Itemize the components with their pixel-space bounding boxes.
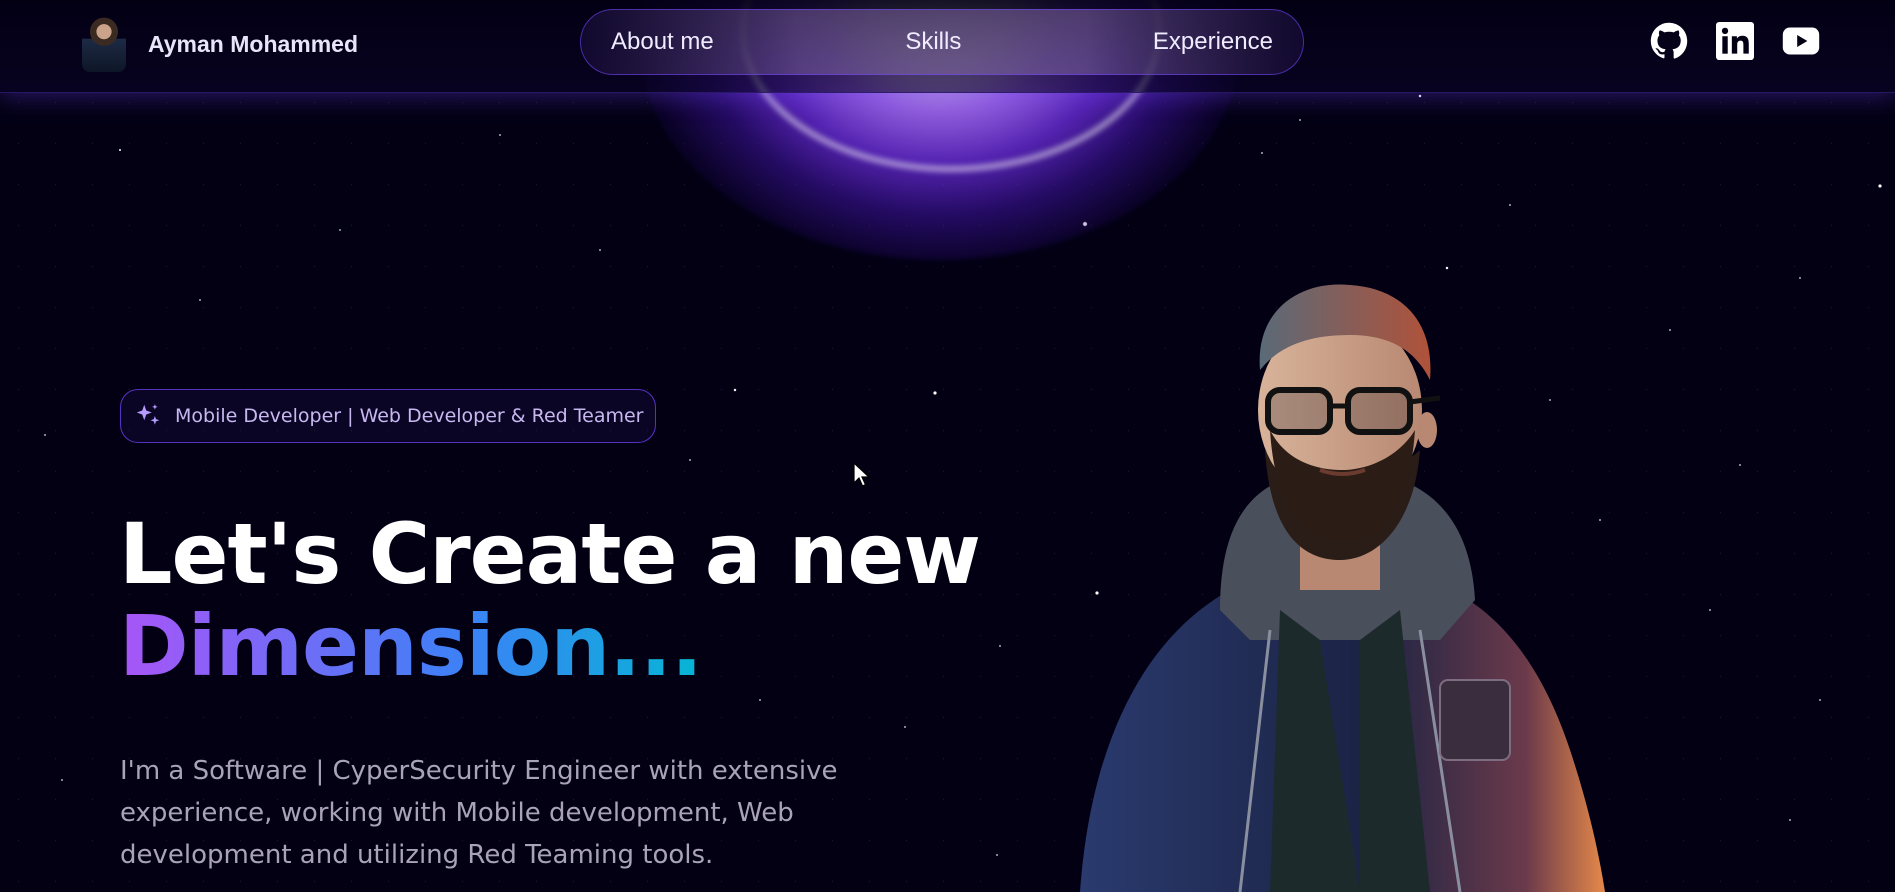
nav-link-experience[interactable]: Experience <box>1153 28 1273 56</box>
youtube-icon[interactable] <box>1782 22 1820 60</box>
hero-intro: I'm a Software | CyperSecurity Engineer … <box>120 756 838 870</box>
social-links <box>1650 22 1820 60</box>
hero-headline: Let's Create a new Dimension... <box>119 505 981 695</box>
nav-link-skills[interactable]: Skills <box>905 28 961 56</box>
role-badge: Mobile Developer | Web Developer & Red T… <box>120 389 656 443</box>
github-icon[interactable] <box>1650 22 1688 60</box>
sparkles-icon <box>136 404 160 425</box>
linkedin-icon[interactable] <box>1716 22 1754 60</box>
mouse-cursor-icon <box>853 462 871 487</box>
main-nav: About me Skills Experience <box>580 9 1304 75</box>
character-illustration <box>1080 284 1605 892</box>
navbar: Ayman Mohammed About me Skills Experienc… <box>0 0 1895 93</box>
portfolio-page: Ayman Mohammed About me Skills Experienc… <box>0 0 1895 892</box>
avatar <box>82 16 126 72</box>
brand[interactable]: Ayman Mohammed <box>82 16 358 72</box>
role-badge-text: Mobile Developer | Web Developer & Red T… <box>175 405 644 427</box>
nav-link-about-me[interactable]: About me <box>611 28 714 56</box>
headline-accent: Dimension... <box>119 597 703 695</box>
headline-line1: Let's Create a new <box>119 505 981 603</box>
brand-name: Ayman Mohammed <box>148 30 359 57</box>
